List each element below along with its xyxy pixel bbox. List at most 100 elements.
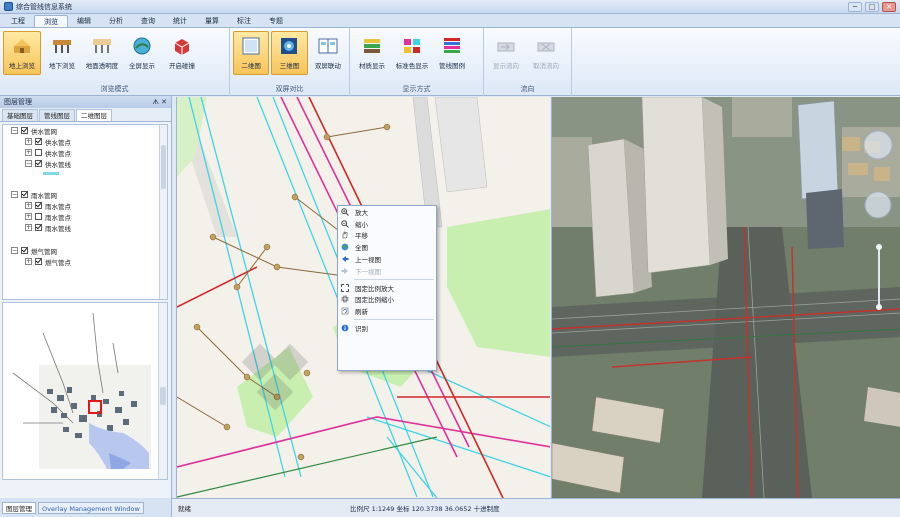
checkbox[interactable] (35, 202, 42, 209)
tree-item[interactable]: − 供水管线 (3, 158, 167, 169)
context-refresh[interactable]: 刷新 (338, 305, 436, 317)
menu-tab-browse[interactable]: 浏览 (34, 15, 68, 27)
2d-map-button[interactable]: 二维图 (233, 31, 270, 75)
scale-coordinate-readout: 比例尺 1:1249 坐标 120.3738 36.0652 十进制度 (350, 505, 500, 513)
3d-map-button[interactable]: 三维图 (271, 31, 308, 75)
menu-tab-edit[interactable]: 编辑 (68, 15, 100, 27)
menu-tab-annotation[interactable]: 标注 (228, 15, 260, 27)
legend-swatch (43, 171, 59, 175)
layer-tree: − 供水管网 + 供水管点 + 供水管点 − 供水管线 − 雨水管网 + 雨水管… (2, 124, 168, 300)
legend-swatch-row (3, 169, 167, 177)
overview-map[interactable] (2, 302, 168, 480)
collapse-icon[interactable]: − (11, 127, 18, 134)
tab-layer-management[interactable]: 图层管理 (2, 501, 36, 514)
context-next-view[interactable]: 下一视图 (338, 265, 436, 277)
expand-icon[interactable]: + (25, 224, 32, 231)
fullscreen-icon (133, 37, 151, 55)
tree-item[interactable]: + 供水管点 (3, 147, 167, 158)
ribbon-group-browse-mode: 地上浏览 地下浏览 地面透明度 全屏显示 开启碰撞 浏览模式 (0, 28, 230, 96)
ground-view-icon (14, 39, 30, 53)
checkbox[interactable] (21, 247, 28, 254)
tree-item[interactable]: + 雨水管线 (3, 222, 167, 233)
checkbox[interactable] (35, 224, 42, 231)
expand-icon[interactable]: + (25, 149, 32, 156)
menu-tab-statistics[interactable]: 统计 (164, 15, 196, 27)
menu-tab-thematic[interactable]: 专题 (260, 15, 292, 27)
menu-separator (354, 319, 434, 321)
material-display-button[interactable]: 材质显示 (353, 31, 391, 75)
collapse-icon[interactable]: − (11, 191, 18, 198)
ground-view-button[interactable]: 地上浏览 (3, 31, 41, 75)
underground-view-button[interactable]: 地下浏览 (43, 31, 81, 75)
expand-icon[interactable]: + (25, 138, 32, 145)
tab-2d-layers[interactable]: 二维图层 (76, 109, 112, 121)
tab-base-layers[interactable]: 基础图层 (2, 109, 38, 121)
context-fixed-zoom-in[interactable]: 固定比例放大 (338, 282, 436, 294)
status-bar: 就绪 比例尺 1:1249 坐标 120.3738 36.0652 十进制度 (172, 498, 900, 517)
full-extent-icon (341, 243, 349, 251)
previous-view-icon (342, 256, 349, 263)
pipeline-legend-button[interactable]: 管线图例 (433, 31, 471, 75)
standard-color-button[interactable]: 标准色显示 (393, 31, 431, 75)
ribbon-group-label: 流向 (520, 85, 535, 93)
pin-close-icon[interactable]: ᗑ ✕ (152, 96, 167, 108)
dual-screen-link-icon (318, 38, 338, 54)
context-identify[interactable]: 识别 (338, 322, 436, 334)
context-fixed-zoom-out[interactable]: 固定比例缩小 (338, 294, 436, 306)
context-zoom-out[interactable]: 缩小 (338, 218, 436, 230)
show-flow-button[interactable]: 显示流向 (487, 31, 525, 75)
checkbox[interactable] (21, 191, 28, 198)
close-button[interactable]: ✕ (882, 2, 896, 12)
identify-icon (341, 324, 349, 332)
cancel-flow-button[interactable]: 取消流向 (527, 31, 565, 75)
panel-title: 图层管理 ᗑ ✕ (0, 96, 171, 108)
checkbox[interactable] (35, 160, 42, 167)
checkbox[interactable] (21, 127, 28, 134)
tree-group-rain[interactable]: − 雨水管网 (3, 189, 167, 200)
expand-icon[interactable]: + (25, 213, 32, 220)
expand-icon[interactable]: − (25, 160, 32, 167)
zoom-out-icon (341, 219, 349, 228)
context-pan[interactable]: 平移 (338, 230, 436, 242)
tree-scrollbar[interactable] (159, 125, 167, 299)
tree-item[interactable]: + 雨水管点 (3, 211, 167, 222)
ground-transparency-button[interactable]: 地面透明度 (83, 31, 121, 75)
checkbox[interactable] (35, 138, 42, 145)
tab-pipeline-layers[interactable]: 管线图层 (39, 109, 75, 121)
tree-item[interactable]: + 燃气管点 (3, 256, 167, 267)
refresh-icon (341, 307, 349, 315)
context-zoom-in[interactable]: 放大 (338, 206, 436, 218)
collision-button[interactable]: 开启碰撞 (163, 31, 201, 75)
ribbon-group-label: 双屏对比 (275, 85, 304, 93)
tree-item[interactable]: + 供水管点 (3, 136, 167, 147)
underground-view-icon (53, 40, 71, 53)
expand-icon[interactable]: + (25, 258, 32, 265)
minimize-button[interactable]: ─ (848, 2, 862, 12)
checkbox[interactable] (35, 149, 42, 156)
ribbon-group-dual-screen: 二维图 三维图 双屏联动 双屏对比 (230, 28, 350, 96)
cancel-flow-icon (537, 42, 555, 52)
3d-scene-view[interactable] (551, 97, 900, 498)
overview-scrollbar[interactable] (158, 303, 167, 479)
fullscreen-button[interactable]: 全屏显示 (123, 31, 161, 75)
expand-icon[interactable]: + (25, 202, 32, 209)
menu-tab-measure[interactable]: 量算 (196, 15, 228, 27)
collapse-icon[interactable]: − (11, 247, 18, 254)
menu-tab-analysis[interactable]: 分析 (100, 15, 132, 27)
tree-group-water-supply[interactable]: − 供水管网 (3, 125, 167, 136)
maximize-button[interactable]: □ (865, 2, 879, 12)
checkbox[interactable] (35, 213, 42, 220)
dual-screen-link-button[interactable]: 双屏联动 (310, 31, 346, 75)
menu-tab-project[interactable]: 工程 (2, 15, 34, 27)
context-full-extent[interactable]: 全图 (338, 241, 436, 253)
tree-item[interactable]: + 雨水管点 (3, 200, 167, 211)
checkbox[interactable] (35, 258, 42, 265)
title-bar: 综合管线信息系统 ─ □ ✕ (0, 0, 900, 14)
3d-scene-canvas (552, 97, 900, 498)
tree-group-gas[interactable]: − 燃气管网 (3, 245, 167, 256)
menu-tab-query[interactable]: 查询 (132, 15, 164, 27)
status-ready: 就绪 (178, 505, 191, 513)
tab-overlay-management[interactable]: Overlay Management Window (38, 501, 144, 514)
ribbon-group-display-mode: 材质显示 标准色显示 管线图例 显示方式 (350, 28, 484, 96)
context-previous-view[interactable]: 上一视图 (338, 253, 436, 265)
